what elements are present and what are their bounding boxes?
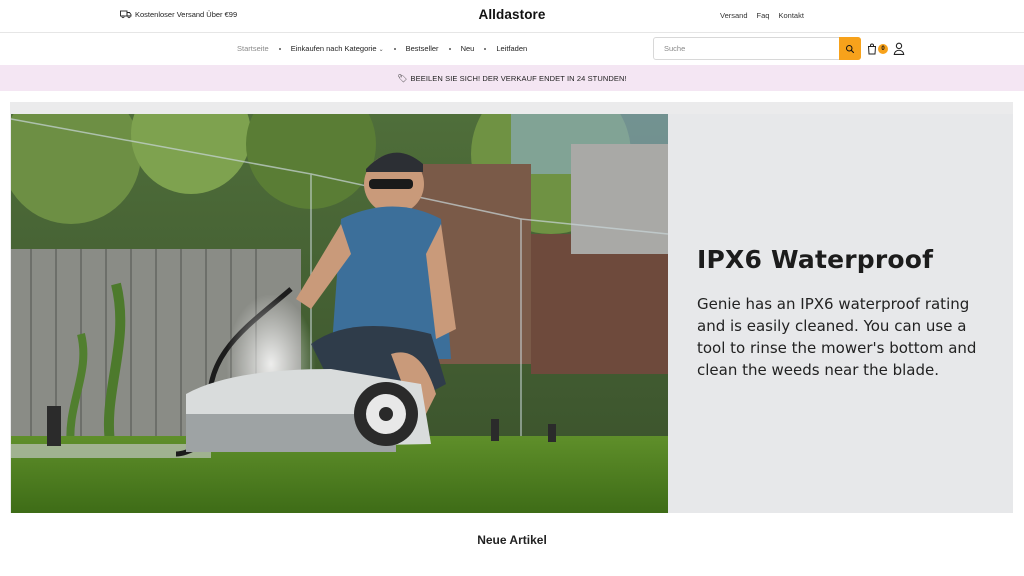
nav-item-category[interactable]: Einkaufen nach Kategorie ⌄ [291,44,384,53]
top-bar: Kostenloser Versand Über €99 Alldastore … [0,0,1024,33]
promo-text: BEEILEN SIE SICH! DER VERKAUF ENDET IN 2… [410,73,627,83]
hero-description: Genie has an IPX6 waterproof rating and … [697,295,977,379]
search-button[interactable] [839,37,861,60]
search-icon [846,44,855,53]
nav-menu: Startseite Einkaufen nach Kategorie ⌄ Bes… [237,44,527,53]
store-logo[interactable]: Alldastore [0,7,1024,22]
link-kontakt[interactable]: Kontakt [778,11,803,20]
nav-item-neu[interactable]: Neu [461,44,475,53]
main-navigation: Startseite Einkaufen nach Kategorie ⌄ Bes… [0,33,1024,65]
search-box [653,37,861,60]
nav-separator [278,47,281,50]
link-faq[interactable]: Faq [757,11,770,20]
promo-banner: 🏷 BEEILEN SIE SICH! DER VERKAUF ENDET IN… [0,65,1024,91]
nav-item-startseite[interactable]: Startseite [237,44,269,53]
nav-item-category-label: Einkaufen nach Kategorie [290,44,377,53]
user-icon[interactable] [893,42,905,55]
link-versand[interactable]: Versand [720,11,748,20]
hero-title: IPX6 Waterproof [697,245,934,274]
cart-button[interactable]: 0 [867,42,889,56]
bag-icon [867,43,877,55]
hero-image [11,114,668,513]
tag-icon: 🏷 [397,73,408,83]
nav-separator [393,47,396,50]
nav-item-leitfaden[interactable]: Leitfaden [496,44,527,53]
nav-separator [484,47,487,50]
nav-separator [448,47,451,50]
section-title: Neue Artikel [477,533,547,547]
nav-item-bestseller[interactable]: Bestseller [406,44,439,53]
search-input[interactable] [654,38,840,59]
chevron-down-icon: ⌄ [378,47,384,53]
utility-links: Versand Faq Kontakt [720,11,804,20]
cart-count-badge: 0 [878,44,888,54]
